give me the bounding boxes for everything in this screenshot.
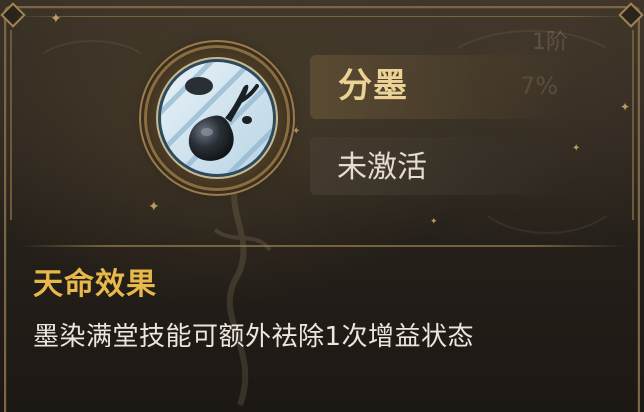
effect-title: 天命效果 <box>33 267 157 302</box>
sparkle-icon: ✦ <box>292 126 301 137</box>
sparkle-icon: ✦ <box>430 217 438 227</box>
activation-status: 未激活 <box>337 150 427 185</box>
ink-drop-icon <box>161 62 273 174</box>
frame-inner-line <box>14 16 630 17</box>
destiny-skill-panel: 1阶 7% ✦ ✦ ✦ ✦ ✦ ✦ <box>0 0 644 412</box>
frame-corner-ornament <box>0 2 26 28</box>
effect-description: 墨染满堂技能可额外祛除1次增益状态 <box>33 322 475 352</box>
frame-side-ornament-right <box>632 30 644 220</box>
sparkle-icon: ✦ <box>148 199 160 215</box>
sparkle-icon: ✦ <box>620 100 631 114</box>
section-divider <box>18 245 626 247</box>
sparkle-icon: ✦ <box>50 11 62 27</box>
frame-side-ornament-left <box>0 30 12 220</box>
skill-name: 分墨 <box>338 66 408 106</box>
skill-icon-medallion[interactable] <box>147 48 287 188</box>
sparkle-icon: ✦ <box>572 143 581 154</box>
frame-corner-ornament <box>618 2 644 28</box>
